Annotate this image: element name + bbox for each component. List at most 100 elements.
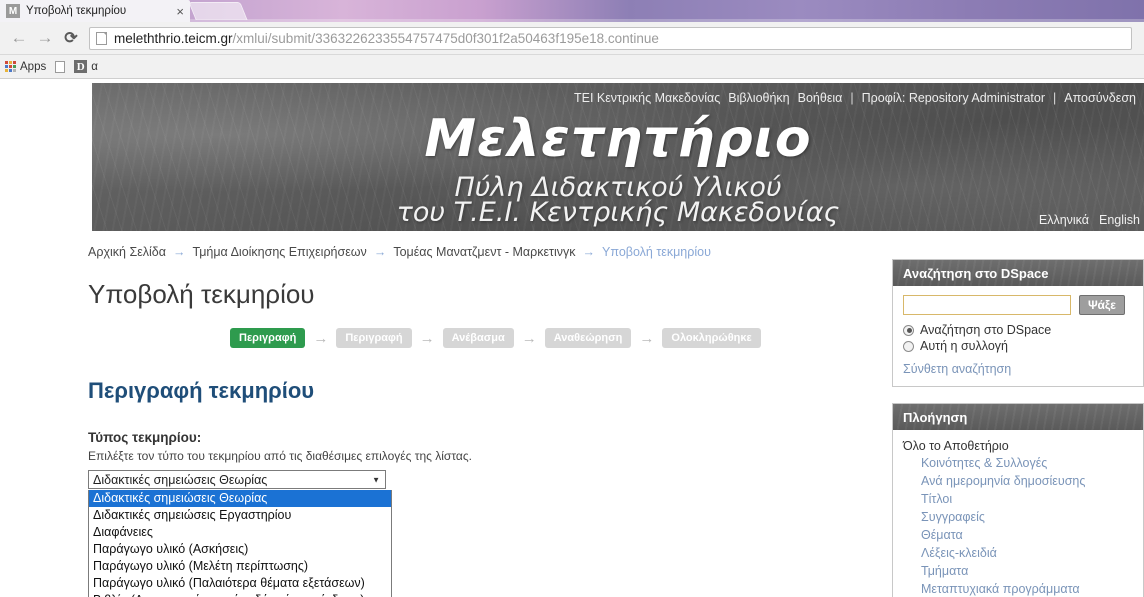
option-paragogo-themata[interactable]: Παράγωγο υλικό (Παλαιότερα θέματα εξετάσ… [89,575,391,592]
page-info-icon [96,31,107,45]
close-icon[interactable]: × [176,5,184,18]
main-column: Υποβολή τεκμηρίου Περιγραφή → Περιγραφή … [88,259,878,597]
breadcrumb-arrow-1: → [172,245,186,259]
item-type-help: Επιλέξτε τον τύπο του τεκμηρίου από τις … [88,449,472,463]
item-type-select-wrapper: Διδακτικές σημειώσεις Θεωρίας ▼ Διδακτικ… [88,470,392,597]
nav-item-postgraduate[interactable]: Μεταπτυχιακά προγράμματα [921,582,1080,596]
nav-item-titles[interactable]: Τίτλοι [921,492,952,506]
step-describe-2[interactable]: Περιγραφή [336,328,412,348]
topnav-item-library[interactable]: Βιβλιοθήκη [728,91,789,105]
nav-item-departments[interactable]: Τμήματα [921,564,968,578]
bookmark-apps[interactable]: Apps [5,61,46,73]
search-scope-all-row[interactable]: Αναζήτηση στο DSpace [903,323,1133,337]
advanced-search-link[interactable]: Σύνθετη αναζήτηση [903,362,1133,376]
option-didaktikes-theorias[interactable]: Διδακτικές σημειώσεις Θεωρίας [89,490,391,507]
list-item: Συγγραφείς [903,508,1133,526]
option-diafaneies[interactable]: Διαφάνειες [89,524,391,541]
topnav-separator-1: | [850,91,854,105]
breadcrumb-item-home[interactable]: Αρχική Σελίδα [88,245,166,259]
language-greek[interactable]: Ελληνικά [1039,213,1089,227]
radio-all-icon[interactable] [903,324,914,336]
step-arrow-4: → [639,329,655,347]
breadcrumb-item-department[interactable]: Τμήμα Διοίκησης Επιχειρήσεων [192,245,366,259]
search-row: Ψάξε [903,295,1133,315]
bookmark-page[interactable] [55,60,66,73]
search-scope-all-label: Αναζήτηση στο DSpace [920,323,1052,337]
nav-item-list: Κοινότητες & Συλλογές Ανά ημερομηνία δημ… [903,454,1133,597]
tab-title: Υποβολή τεκμηρίου [26,5,127,17]
new-tab-button[interactable] [188,2,248,20]
content-columns: Υποβολή τεκμηρίου Περιγραφή → Περιγραφή … [0,259,1144,597]
reload-icon[interactable]: ⟳ [58,25,84,51]
url-host: meleththrio.teicm.gr [114,30,233,46]
item-type-select-value: Διδακτικές σημειώσεις Θεωρίας [93,472,268,487]
step-complete[interactable]: Ολοκληρώθηκε [662,328,761,348]
step-arrow-3: → [521,329,537,347]
nav-item-subjects[interactable]: Θέματα [921,528,963,542]
language-english[interactable]: English [1099,213,1140,227]
search-button[interactable]: Ψάξε [1079,295,1125,315]
item-type-option-list[interactable]: Διδακτικές σημειώσεις Θεωρίας Διδακτικές… [88,490,392,597]
sidebar: Αναζήτηση στο DSpace Ψάξε Αναζήτηση στο … [892,259,1144,597]
breadcrumb-item-current[interactable]: Υποβολή τεκμηρίου [602,245,711,259]
breadcrumb: Αρχική Σελίδα → Τμήμα Διοίκησης Επιχειρή… [0,231,1144,259]
list-item: Ανά ημερομηνία δημοσίευσης [903,472,1133,490]
list-item: Λέξεις-κλειδιά [903,544,1133,562]
step-review[interactable]: Αναθεώρηση [544,328,632,348]
item-type-select[interactable]: Διδακτικές σημειώσεις Θεωρίας ▼ [88,470,386,489]
list-item: Μεταπτυχιακά προγράμματα [903,580,1133,597]
top-navigation: ΤΕΙ Κεντρικής Μακεδονίας Βιβλιοθήκη Βοήθ… [574,91,1136,105]
list-item: Τμήματα [903,562,1133,580]
option-vivlio[interactable]: Βιβλίο (Δημοσιευμένο από εκδότη ή αυτοέκ… [89,592,391,597]
option-paragogo-askiseis[interactable]: Παράγωγο υλικό (Ασκήσεις) [89,541,391,558]
forward-icon[interactable]: → [32,25,58,51]
nav-item-keywords[interactable]: Λέξεις-κλειδιά [921,546,997,560]
bookmark-apps-label: Apps [20,60,47,73]
list-item: Τίτλοι [903,490,1133,508]
banner-wrapper: ΤΕΙ Κεντρικής Μακεδονίας Βιβλιοθήκη Βοήθ… [0,80,1144,231]
radio-collection-icon[interactable] [903,340,914,352]
step-describe-1[interactable]: Περιγραφή [230,328,306,348]
brand-title: Μελετητήριο [424,109,812,169]
url-text: meleththrio.teicm.gr/xmlui/submit/336322… [114,31,659,46]
topnav-item-help[interactable]: Βοήθεια [798,91,843,105]
search-scope-collection-row[interactable]: Αυτή η συλλογή [903,339,1133,353]
step-upload[interactable]: Ανέβασμα [442,328,514,348]
back-icon[interactable]: ← [6,25,32,51]
search-panel-body: Ψάξε Αναζήτηση στο DSpace Αυτή η συλλογή… [893,286,1143,386]
browser-titlebar: M Υποβολή τεκμηρίου × [0,0,1144,22]
page-icon [55,60,66,73]
nav-item-authors[interactable]: Συγγραφείς [921,510,985,524]
browser-toolbar: ← → ⟳ meleththrio.teicm.gr/xmlui/submit/… [0,22,1144,55]
search-panel: Αναζήτηση στο DSpace Ψάξε Αναζήτηση στο … [892,259,1144,387]
list-item: Κοινότητες & Συλλογές [903,454,1133,472]
topnav-item-tei[interactable]: ΤΕΙ Κεντρικής Μακεδονίας [574,91,720,105]
apps-grid-icon [5,61,16,72]
favicon: M [6,4,20,18]
nav-root-label: Όλο το Αποθετήριο [903,439,1009,453]
address-bar[interactable]: meleththrio.teicm.gr/xmlui/submit/336322… [89,26,1132,50]
submission-progress-steps: Περιγραφή → Περιγραφή → Ανέβασμα → Αναθε… [88,328,878,348]
bookmarks-bar: Apps D α [0,55,1144,79]
search-panel-title: Αναζήτηση στο DSpace [893,260,1143,286]
browser-window: M Υποβολή τεκμηρίου × ← → ⟳ meleththrio.… [0,0,1144,597]
language-switcher: Ελληνικά English [1039,213,1140,227]
breadcrumb-arrow-2: → [373,245,387,259]
page-content: ΤΕΙ Κεντρικής Μακεδονίας Βιβλιοθήκη Βοήθ… [0,80,1144,597]
topnav-item-profile[interactable]: Προφίλ: Repository Administrator [862,91,1045,105]
option-paragogo-meleti[interactable]: Παράγωγο υλικό (Μελέτη περίπτωσης) [89,558,391,575]
topnav-separator-2: | [1053,91,1057,105]
topnav-item-logout[interactable]: Αποσύνδεση [1064,91,1136,105]
option-didaktikes-ergastiriou[interactable]: Διδακτικές σημειώσεις Εργαστηρίου [89,507,391,524]
browser-tab[interactable]: M Υποβολή τεκμηρίου × [0,0,190,22]
step-arrow-1: → [313,329,329,347]
item-type-label: Τύπος τεκμηρίου: [88,430,202,445]
navigation-panel: Πλοήγηση Όλο το Αποθετήριο Κοινότητες & … [892,403,1144,597]
navigation-panel-title: Πλοήγηση [893,404,1143,430]
site-banner: ΤΕΙ Κεντρικής Μακεδονίας Βιβλιοθήκη Βοήθ… [92,83,1144,231]
breadcrumb-item-sector[interactable]: Τομέας Μανατζμεντ - Μαρκετινγκ [393,245,575,259]
nav-item-by-date[interactable]: Ανά ημερομηνία δημοσίευσης [921,474,1085,488]
search-input[interactable] [903,295,1071,315]
bookmark-d[interactable]: D α [74,60,98,73]
nav-item-communities[interactable]: Κοινότητες & Συλλογές [921,456,1047,470]
